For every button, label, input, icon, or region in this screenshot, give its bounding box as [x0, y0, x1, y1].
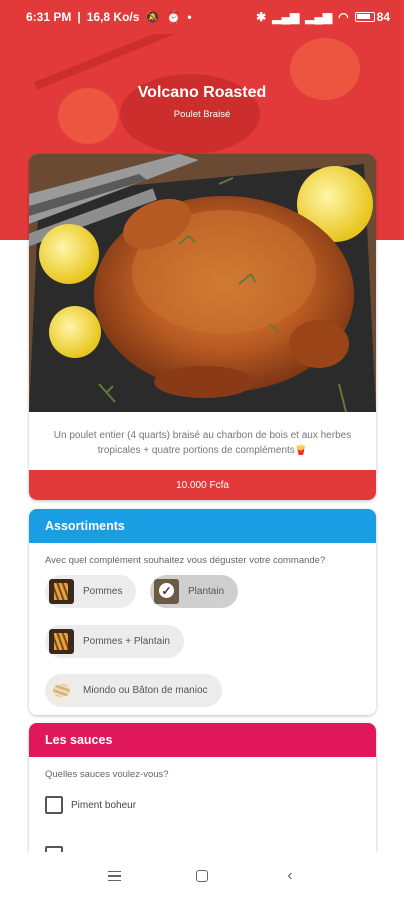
battery-level: 84: [376, 10, 390, 24]
page-title: Volcano Roasted: [137, 84, 267, 101]
bluetooth-icon: ✱: [256, 10, 267, 24]
product-card: Un poulet entier (4 quarts) braisé au ch…: [29, 154, 376, 500]
status-left: 6:31 PM | 16,8 Ko/s 🔕 ⏰ •: [26, 10, 192, 24]
fries-icon: [49, 629, 74, 654]
checkbox[interactable]: [45, 796, 63, 814]
assortments-question: Avec quel complément souhaitez vous dégu…: [45, 555, 326, 566]
manioc-icon: [49, 678, 74, 703]
battery-icon: 84: [354, 10, 390, 24]
alarm-icon: ⏰: [166, 10, 182, 24]
status-right: ✱ ▂▄▆ ▂▄▆ ◠ 84: [256, 10, 390, 24]
sauces-section: Les sauces Quelles sauces voulez-vous? P…: [29, 723, 376, 873]
sauces-question: Quelles sauces voulez-vous?: [45, 769, 169, 780]
back-button[interactable]: ‹: [270, 856, 310, 896]
signal-icon: ▂▄▆: [272, 10, 300, 24]
option-chip[interactable]: Pommes: [45, 575, 137, 608]
menu-icon: [107, 870, 121, 882]
home-button[interactable]: [182, 856, 222, 896]
option-chip-selected[interactable]: ✓ Plantain: [150, 575, 239, 608]
price-button[interactable]: 10.000 Fcfa: [29, 470, 376, 500]
status-bar: 6:31 PM | 16,8 Ko/s 🔕 ⏰ • ✱ ▂▄▆ ▂▄▆ ◠ 84: [0, 0, 404, 34]
option-label: Plantain: [188, 586, 225, 597]
check-icon: ✓: [159, 583, 174, 598]
status-network-speed: 16,8 Ko/s: [86, 10, 140, 24]
wifi-icon: ◠: [338, 10, 349, 24]
plantain-icon: ✓: [154, 579, 179, 604]
page-subtitle: Poulet Braisé: [173, 109, 231, 120]
sauces-title: Les sauces: [29, 723, 376, 757]
sauce-option[interactable]: Piment boheur: [45, 796, 136, 814]
status-time: 6:31 PM: [26, 10, 72, 24]
battery-box: [354, 12, 375, 22]
product-description: Un poulet entier (4 quarts) braisé au ch…: [53, 430, 352, 456]
option-label: Miondo ou Bâton de manioc: [83, 685, 208, 696]
home-icon: [196, 870, 208, 882]
mute-icon: 🔕: [145, 10, 161, 24]
option-chip[interactable]: Pommes + Plantain: [45, 625, 184, 658]
signal-icon-2: ▂▄▆: [305, 10, 333, 24]
status-separator: |: [77, 10, 81, 24]
assortments-section: Assortiments Avec quel complément souhai…: [29, 509, 376, 715]
navigation-bar: ‹: [0, 852, 404, 900]
recents-button[interactable]: [94, 856, 134, 896]
fries-icon: [49, 579, 74, 604]
assortments-title: Assortiments: [29, 509, 376, 543]
back-icon: ‹: [287, 867, 293, 884]
option-chip[interactable]: Miondo ou Bâton de manioc: [45, 674, 222, 707]
product-image: [29, 154, 376, 412]
sauce-label: Piment boheur: [71, 799, 137, 811]
dot-icon: •: [187, 10, 192, 24]
option-label: Pommes: [83, 586, 123, 597]
option-label: Pommes + Plantain: [83, 636, 170, 647]
